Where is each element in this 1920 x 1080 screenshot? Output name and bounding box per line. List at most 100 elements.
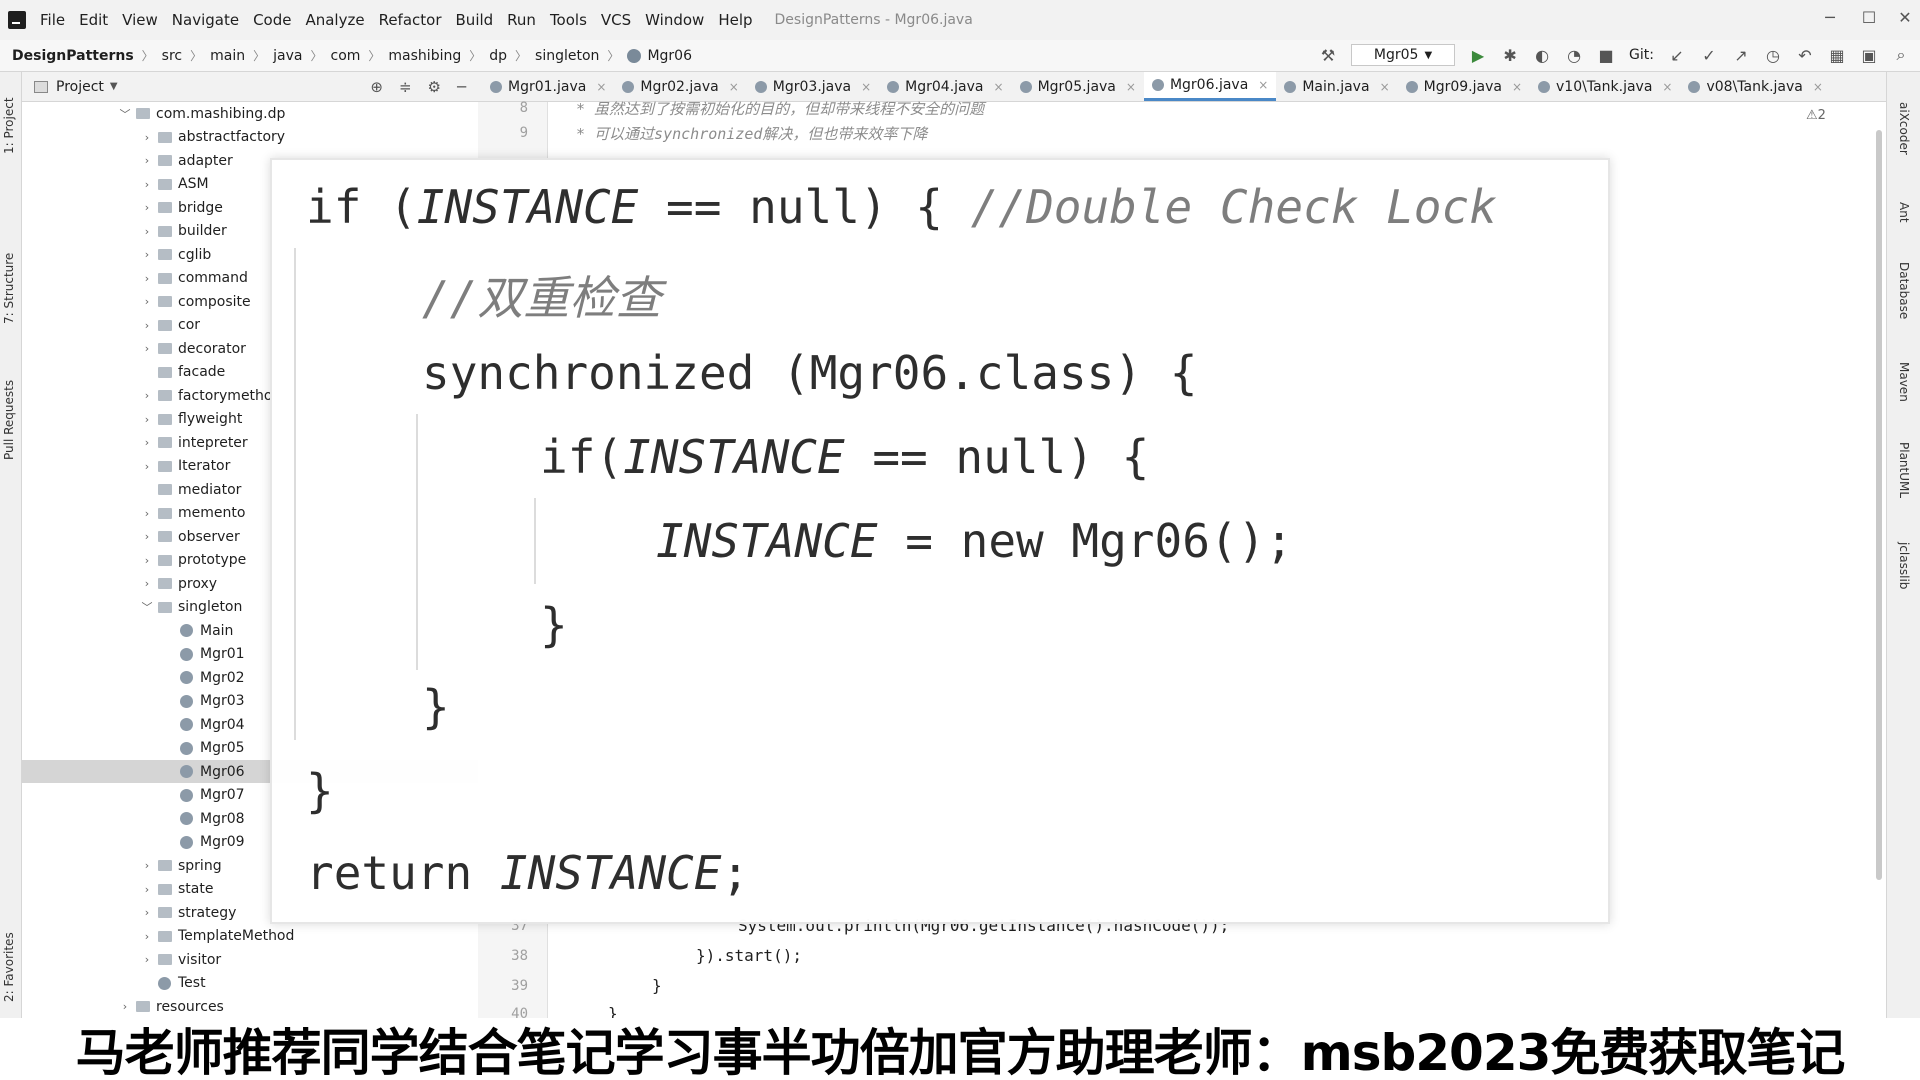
breadcrumb-main[interactable]: main: [210, 48, 245, 64]
close-tab-icon[interactable]: ×: [1662, 80, 1672, 94]
tree-item-class[interactable]: Test: [22, 972, 478, 995]
close-tab-icon[interactable]: ×: [1380, 80, 1390, 94]
chevron-right-icon[interactable]: ›: [140, 295, 154, 308]
chevron-right-icon[interactable]: ›: [140, 859, 154, 872]
maven-tool-button[interactable]: Maven: [1897, 362, 1911, 402]
close-icon[interactable]: ✕: [1893, 8, 1917, 27]
gear-icon[interactable]: ⚙: [428, 78, 441, 96]
chevron-right-icon[interactable]: ›: [140, 554, 154, 567]
menu-analyze[interactable]: Analyze: [305, 11, 364, 29]
chevron-right-icon[interactable]: ›: [140, 319, 154, 332]
coverage-icon[interactable]: ◐: [1533, 46, 1551, 65]
git-push-icon[interactable]: ↗: [1732, 46, 1750, 65]
tree-item-package[interactable]: › abstractfactory: [22, 126, 478, 149]
git-history-icon[interactable]: ◷: [1764, 46, 1782, 65]
chevron-right-icon[interactable]: ›: [140, 154, 154, 167]
tree-item-package[interactable]: › TemplateMethod: [22, 925, 478, 948]
git-rollback-icon[interactable]: ↶: [1796, 46, 1814, 65]
chevron-down-icon[interactable]: ﹀: [140, 599, 154, 615]
warning-count-badge[interactable]: ⚠2: [1806, 108, 1826, 123]
editor-tab[interactable]: Mgr05.java ×: [1012, 72, 1144, 101]
menu-help[interactable]: Help: [718, 11, 752, 29]
editor-tab[interactable]: Mgr01.java ×: [482, 72, 614, 101]
menu-tools[interactable]: Tools: [550, 11, 587, 29]
close-tab-icon[interactable]: ×: [861, 80, 871, 94]
chevron-right-icon[interactable]: ›: [140, 413, 154, 426]
project-panel-title[interactable]: Project: [56, 79, 104, 95]
chevron-right-icon[interactable]: ›: [140, 930, 154, 943]
editor-tab[interactable]: Main.java ×: [1276, 72, 1397, 101]
menu-code[interactable]: Code: [253, 11, 291, 29]
debug-icon[interactable]: ✱: [1501, 46, 1519, 65]
stop-icon[interactable]: ■: [1597, 46, 1615, 65]
breadcrumb-mgr06[interactable]: Mgr06: [647, 48, 692, 64]
close-tab-icon[interactable]: ×: [596, 80, 606, 94]
chevron-down-icon[interactable]: ﹀: [118, 106, 132, 122]
git-update-icon[interactable]: ↙: [1668, 46, 1686, 65]
menu-vcs[interactable]: VCS: [601, 11, 631, 29]
close-tab-icon[interactable]: ×: [729, 80, 739, 94]
breadcrumb-dp[interactable]: dp: [489, 48, 507, 64]
minimize-icon[interactable]: ─: [1818, 8, 1842, 27]
chevron-right-icon[interactable]: ›: [140, 507, 154, 520]
breadcrumb-src[interactable]: src: [162, 48, 182, 64]
profile-icon[interactable]: ◔: [1565, 46, 1583, 65]
menu-file[interactable]: File: [40, 11, 65, 29]
close-tab-icon[interactable]: ×: [1126, 80, 1136, 94]
chevron-right-icon[interactable]: ›: [140, 131, 154, 144]
pull-requests-tool-button[interactable]: Pull Requests: [2, 380, 16, 460]
editor-tab[interactable]: Mgr04.java ×: [879, 72, 1011, 101]
editor-tab[interactable]: Mgr02.java ×: [614, 72, 746, 101]
run-configuration-select[interactable]: Mgr05 ▼: [1351, 44, 1456, 66]
aixcoder-tool-button[interactable]: aiXcoder: [1897, 102, 1911, 155]
chevron-right-icon[interactable]: ›: [140, 577, 154, 590]
git-commit-icon[interactable]: ✓: [1700, 46, 1718, 65]
editor-tab[interactable]: Mgr03.java ×: [747, 72, 879, 101]
menu-window[interactable]: Window: [645, 11, 704, 29]
editor-tab[interactable]: Mgr06.java ×: [1143, 72, 1277, 101]
jclasslib-tool-button[interactable]: jclasslib: [1897, 542, 1911, 589]
menu-navigate[interactable]: Navigate: [172, 11, 239, 29]
editor-tab[interactable]: Mgr09.java ×: [1398, 72, 1530, 101]
favorites-tool-button[interactable]: 2: Favorites: [2, 932, 16, 1002]
run-icon[interactable]: ▶: [1469, 46, 1487, 65]
chevron-right-icon[interactable]: ›: [140, 953, 154, 966]
project-tool-button[interactable]: 1: Project: [2, 97, 16, 154]
search-icon[interactable]: ⌕: [1892, 45, 1910, 65]
close-tab-icon[interactable]: ×: [1813, 80, 1823, 94]
chevron-right-icon[interactable]: ›: [140, 883, 154, 896]
hammer-build-icon[interactable]: ⚒: [1319, 46, 1337, 65]
structure-tool-button[interactable]: 7: Structure: [2, 253, 16, 324]
menu-edit[interactable]: Edit: [79, 11, 108, 29]
chevron-right-icon[interactable]: ›: [140, 460, 154, 473]
chevron-right-icon[interactable]: ›: [140, 436, 154, 449]
editor-scrollbar[interactable]: [1876, 130, 1882, 880]
chevron-right-icon[interactable]: ›: [140, 389, 154, 402]
chevron-right-icon[interactable]: ›: [140, 201, 154, 214]
chevron-right-icon[interactable]: ›: [140, 178, 154, 191]
menu-refactor[interactable]: Refactor: [379, 11, 442, 29]
chevron-right-icon[interactable]: ›: [140, 342, 154, 355]
chevron-right-icon[interactable]: ›: [140, 530, 154, 543]
editor-tab[interactable]: v10\Tank.java ×: [1530, 72, 1680, 101]
maximize-icon[interactable]: ☐: [1857, 8, 1881, 27]
menu-run[interactable]: Run: [507, 11, 536, 29]
project-structure-icon[interactable]: ▦: [1828, 46, 1846, 65]
chevron-right-icon[interactable]: ›: [140, 272, 154, 285]
chevron-right-icon[interactable]: ›: [140, 248, 154, 261]
close-tab-icon[interactable]: ×: [1512, 80, 1522, 94]
breadcrumb-java[interactable]: java: [273, 48, 302, 64]
chevron-down-icon[interactable]: ▼: [110, 81, 118, 92]
close-tab-icon[interactable]: ×: [1258, 78, 1268, 92]
breadcrumb-singleton[interactable]: singleton: [535, 48, 599, 64]
close-tab-icon[interactable]: ×: [994, 80, 1004, 94]
menu-build[interactable]: Build: [456, 11, 494, 29]
plantuml-tool-button[interactable]: PlantUML: [1897, 442, 1911, 498]
collapse-all-icon[interactable]: ≑: [399, 78, 412, 96]
menu-view[interactable]: View: [122, 11, 158, 29]
editor-tab[interactable]: v08\Tank.java ×: [1680, 72, 1830, 101]
chevron-right-icon[interactable]: ›: [140, 906, 154, 919]
tree-item-package[interactable]: ﹀ com.mashibing.dp: [22, 102, 478, 125]
locate-icon[interactable]: ⊕: [370, 78, 383, 96]
breadcrumb-project[interactable]: DesignPatterns: [12, 48, 134, 64]
